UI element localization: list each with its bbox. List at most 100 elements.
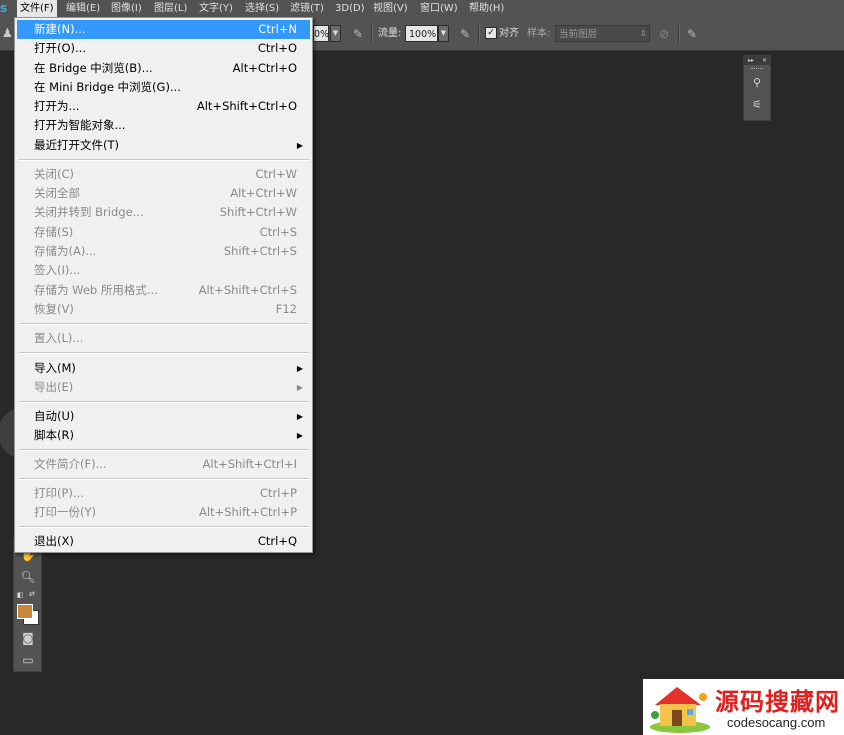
menu-item-shortcut: Alt+Ctrl+W: [230, 186, 297, 200]
panel-header[interactable]: ▸▸ ✕: [744, 56, 770, 65]
flow-dropdown-button[interactable]: ▼: [438, 25, 449, 42]
menu-item-save-as[interactable]: 存储为(A)... Shift+Ctrl+S: [17, 242, 310, 261]
menu-3d[interactable]: 3D(D): [332, 0, 368, 17]
menu-image[interactable]: 图像(I): [108, 0, 145, 17]
align-checkbox[interactable]: ✓: [485, 27, 497, 39]
menu-item-shortcut: Alt+Shift+Ctrl+S: [198, 283, 297, 297]
airbrush-pressure-icon[interactable]: ✎: [350, 26, 366, 42]
menu-help[interactable]: 帮助(H): [466, 0, 507, 17]
menu-item-save-for-web[interactable]: 存储为 Web 所用格式... Alt+Shift+Ctrl+S: [17, 281, 310, 300]
menu-item-label: 在 Mini Bridge 中浏览(G)...: [34, 80, 181, 94]
clone-source-icon[interactable]: ⚟: [750, 98, 764, 112]
menu-separator: [19, 323, 309, 325]
submenu-arrow-icon: ▶: [296, 383, 303, 392]
brush-presets-icon[interactable]: ⚲: [750, 76, 764, 90]
watermark-url: codesocang.com: [727, 715, 826, 730]
menu-item-browse-in-mini-bridge[interactable]: 在 Mini Bridge 中浏览(G)...: [17, 78, 310, 97]
menu-item-print-one-copy[interactable]: 打印一份(Y) Alt+Shift+Ctrl+P: [17, 503, 310, 522]
house-logo-icon: [650, 687, 710, 733]
clone-stamp-icon[interactable]: ♟: [2, 27, 13, 39]
menu-item-shortcut: Ctrl+S: [259, 225, 297, 239]
flow-field[interactable]: 100%: [405, 25, 438, 42]
divider: [478, 25, 480, 43]
menu-item-export[interactable]: 导出(E) ▶: [17, 378, 310, 397]
menu-window[interactable]: 窗口(W): [417, 0, 461, 17]
menu-view[interactable]: 视图(V): [370, 0, 411, 17]
chevron-updown-icon: ⇕: [640, 29, 647, 38]
menu-item-import[interactable]: 导入(M) ▶: [17, 359, 310, 378]
menu-item-shortcut: F12: [275, 302, 297, 316]
menu-item-place[interactable]: 置入(L)...: [17, 329, 310, 348]
align-label: 对齐: [499, 28, 519, 39]
zoom-icon[interactable]: 🔍︎: [20, 569, 36, 585]
menu-item-browse-in-bridge[interactable]: 在 Bridge 中浏览(B)... Alt+Ctrl+O: [17, 59, 310, 78]
menu-item-shortcut: Ctrl+P: [259, 486, 297, 500]
menu-separator: [19, 159, 309, 161]
menu-item-exit[interactable]: 退出(X) Ctrl+Q: [17, 532, 310, 551]
watermark: 源码搜藏网 codesocang.com: [643, 679, 844, 735]
menu-layer[interactable]: 图层(L): [151, 0, 190, 17]
menu-edit[interactable]: 编辑(E): [63, 0, 103, 17]
ignore-adjustment-layers-icon[interactable]: ⊘: [656, 26, 672, 42]
menu-item-save[interactable]: 存储(S) Ctrl+S: [17, 223, 310, 242]
menu-separator: [19, 449, 309, 451]
airbrush-icon[interactable]: ✎: [457, 26, 473, 42]
menu-item-label: 恢复(V): [34, 302, 74, 316]
submenu-arrow-icon: ▶: [296, 431, 303, 440]
menu-item-new[interactable]: 新建(N)... Ctrl+N: [17, 20, 310, 39]
menu-item-check-in[interactable]: 签入(I)...: [17, 261, 310, 280]
menu-item-automate[interactable]: 自动(U) ▶: [17, 407, 310, 426]
panel-grip[interactable]: [751, 68, 763, 71]
expand-panels-icon[interactable]: ▸▸: [748, 56, 754, 65]
watermark-title: 源码搜藏网: [715, 687, 840, 716]
submenu-arrow-icon: ▶: [296, 412, 303, 421]
close-icon[interactable]: ✕: [762, 56, 767, 65]
pressure-size-icon[interactable]: ✎: [684, 26, 700, 42]
menu-select[interactable]: 选择(S): [242, 0, 282, 17]
menu-item-label: 打开为智能对象...: [34, 118, 126, 132]
menu-item-print[interactable]: 打印(P)... Ctrl+P: [17, 484, 310, 503]
menu-item-shortcut: Alt+Shift+Ctrl+I: [202, 457, 297, 471]
menu-item-label: 自动(U): [34, 409, 75, 423]
submenu-arrow-icon: ▶: [296, 141, 303, 150]
photoshop-logo: s: [0, 1, 8, 15]
menu-item-label: 文件简介(F)...: [34, 457, 107, 471]
menu-item-close-and-go-to-bridge[interactable]: 关闭并转到 Bridge... Shift+Ctrl+W: [17, 203, 310, 222]
toolbox: ✋ 🔍︎ ◧ ⇄ ◙ ▭: [13, 538, 42, 672]
menu-item-label: 打印(P)...: [34, 486, 84, 500]
menu-file[interactable]: 文件(F): [17, 0, 57, 17]
menu-item-label: 置入(L)...: [34, 331, 84, 345]
menu-item-label: 新建(N)...: [34, 22, 86, 36]
menu-separator: [19, 526, 309, 528]
submenu-arrow-icon: ▶: [296, 364, 303, 373]
menu-item-open-as-smart-object[interactable]: 打开为智能对象...: [17, 116, 310, 135]
menu-filter[interactable]: 滤镜(T): [287, 0, 327, 17]
menu-item-label: 导入(M): [34, 361, 76, 375]
foreground-color-swatch[interactable]: [17, 604, 33, 619]
menu-item-recent-files[interactable]: 最近打开文件(T) ▶: [17, 136, 310, 155]
menu-type[interactable]: 文字(Y): [196, 0, 236, 17]
menu-item-label: 关闭全部: [34, 186, 80, 200]
collapsed-panel-dock: ▸▸ ✕ ⚲ ⚟: [743, 55, 771, 121]
menu-item-open-as[interactable]: 打开为... Alt+Shift+Ctrl+O: [17, 97, 310, 116]
menu-item-file-info[interactable]: 文件简介(F)... Alt+Shift+Ctrl+I: [17, 455, 310, 474]
screen-mode-icon[interactable]: ▭: [20, 652, 36, 668]
menu-item-shortcut: Alt+Shift+Ctrl+O: [196, 99, 297, 113]
sample-select[interactable]: 当前图层: [555, 25, 650, 42]
menu-item-scripts[interactable]: 脚本(R) ▶: [17, 426, 310, 445]
opacity-dropdown-button[interactable]: ▼: [330, 25, 341, 42]
quick-mask-icon[interactable]: ◙: [20, 630, 36, 646]
menu-item-open[interactable]: 打开(O)... Ctrl+O: [17, 39, 310, 58]
menu-item-label: 打开为...: [34, 99, 80, 113]
menu-item-close-all[interactable]: 关闭全部 Alt+Ctrl+W: [17, 184, 310, 203]
menu-separator: [19, 401, 309, 403]
opacity-field[interactable]: 0%: [313, 25, 329, 42]
swap-colors-icon[interactable]: ⇄: [29, 590, 37, 599]
default-colors-icon[interactable]: ◧: [17, 591, 25, 599]
menu-item-close[interactable]: 关闭(C) Ctrl+W: [17, 165, 310, 184]
menu-item-label: 存储(S): [34, 225, 74, 239]
menu-item-shortcut: Ctrl+Q: [257, 534, 297, 548]
menu-item-shortcut: Ctrl+N: [258, 22, 297, 36]
menu-item-label: 存储为(A)...: [34, 244, 97, 258]
menu-item-revert[interactable]: 恢复(V) F12: [17, 300, 310, 319]
